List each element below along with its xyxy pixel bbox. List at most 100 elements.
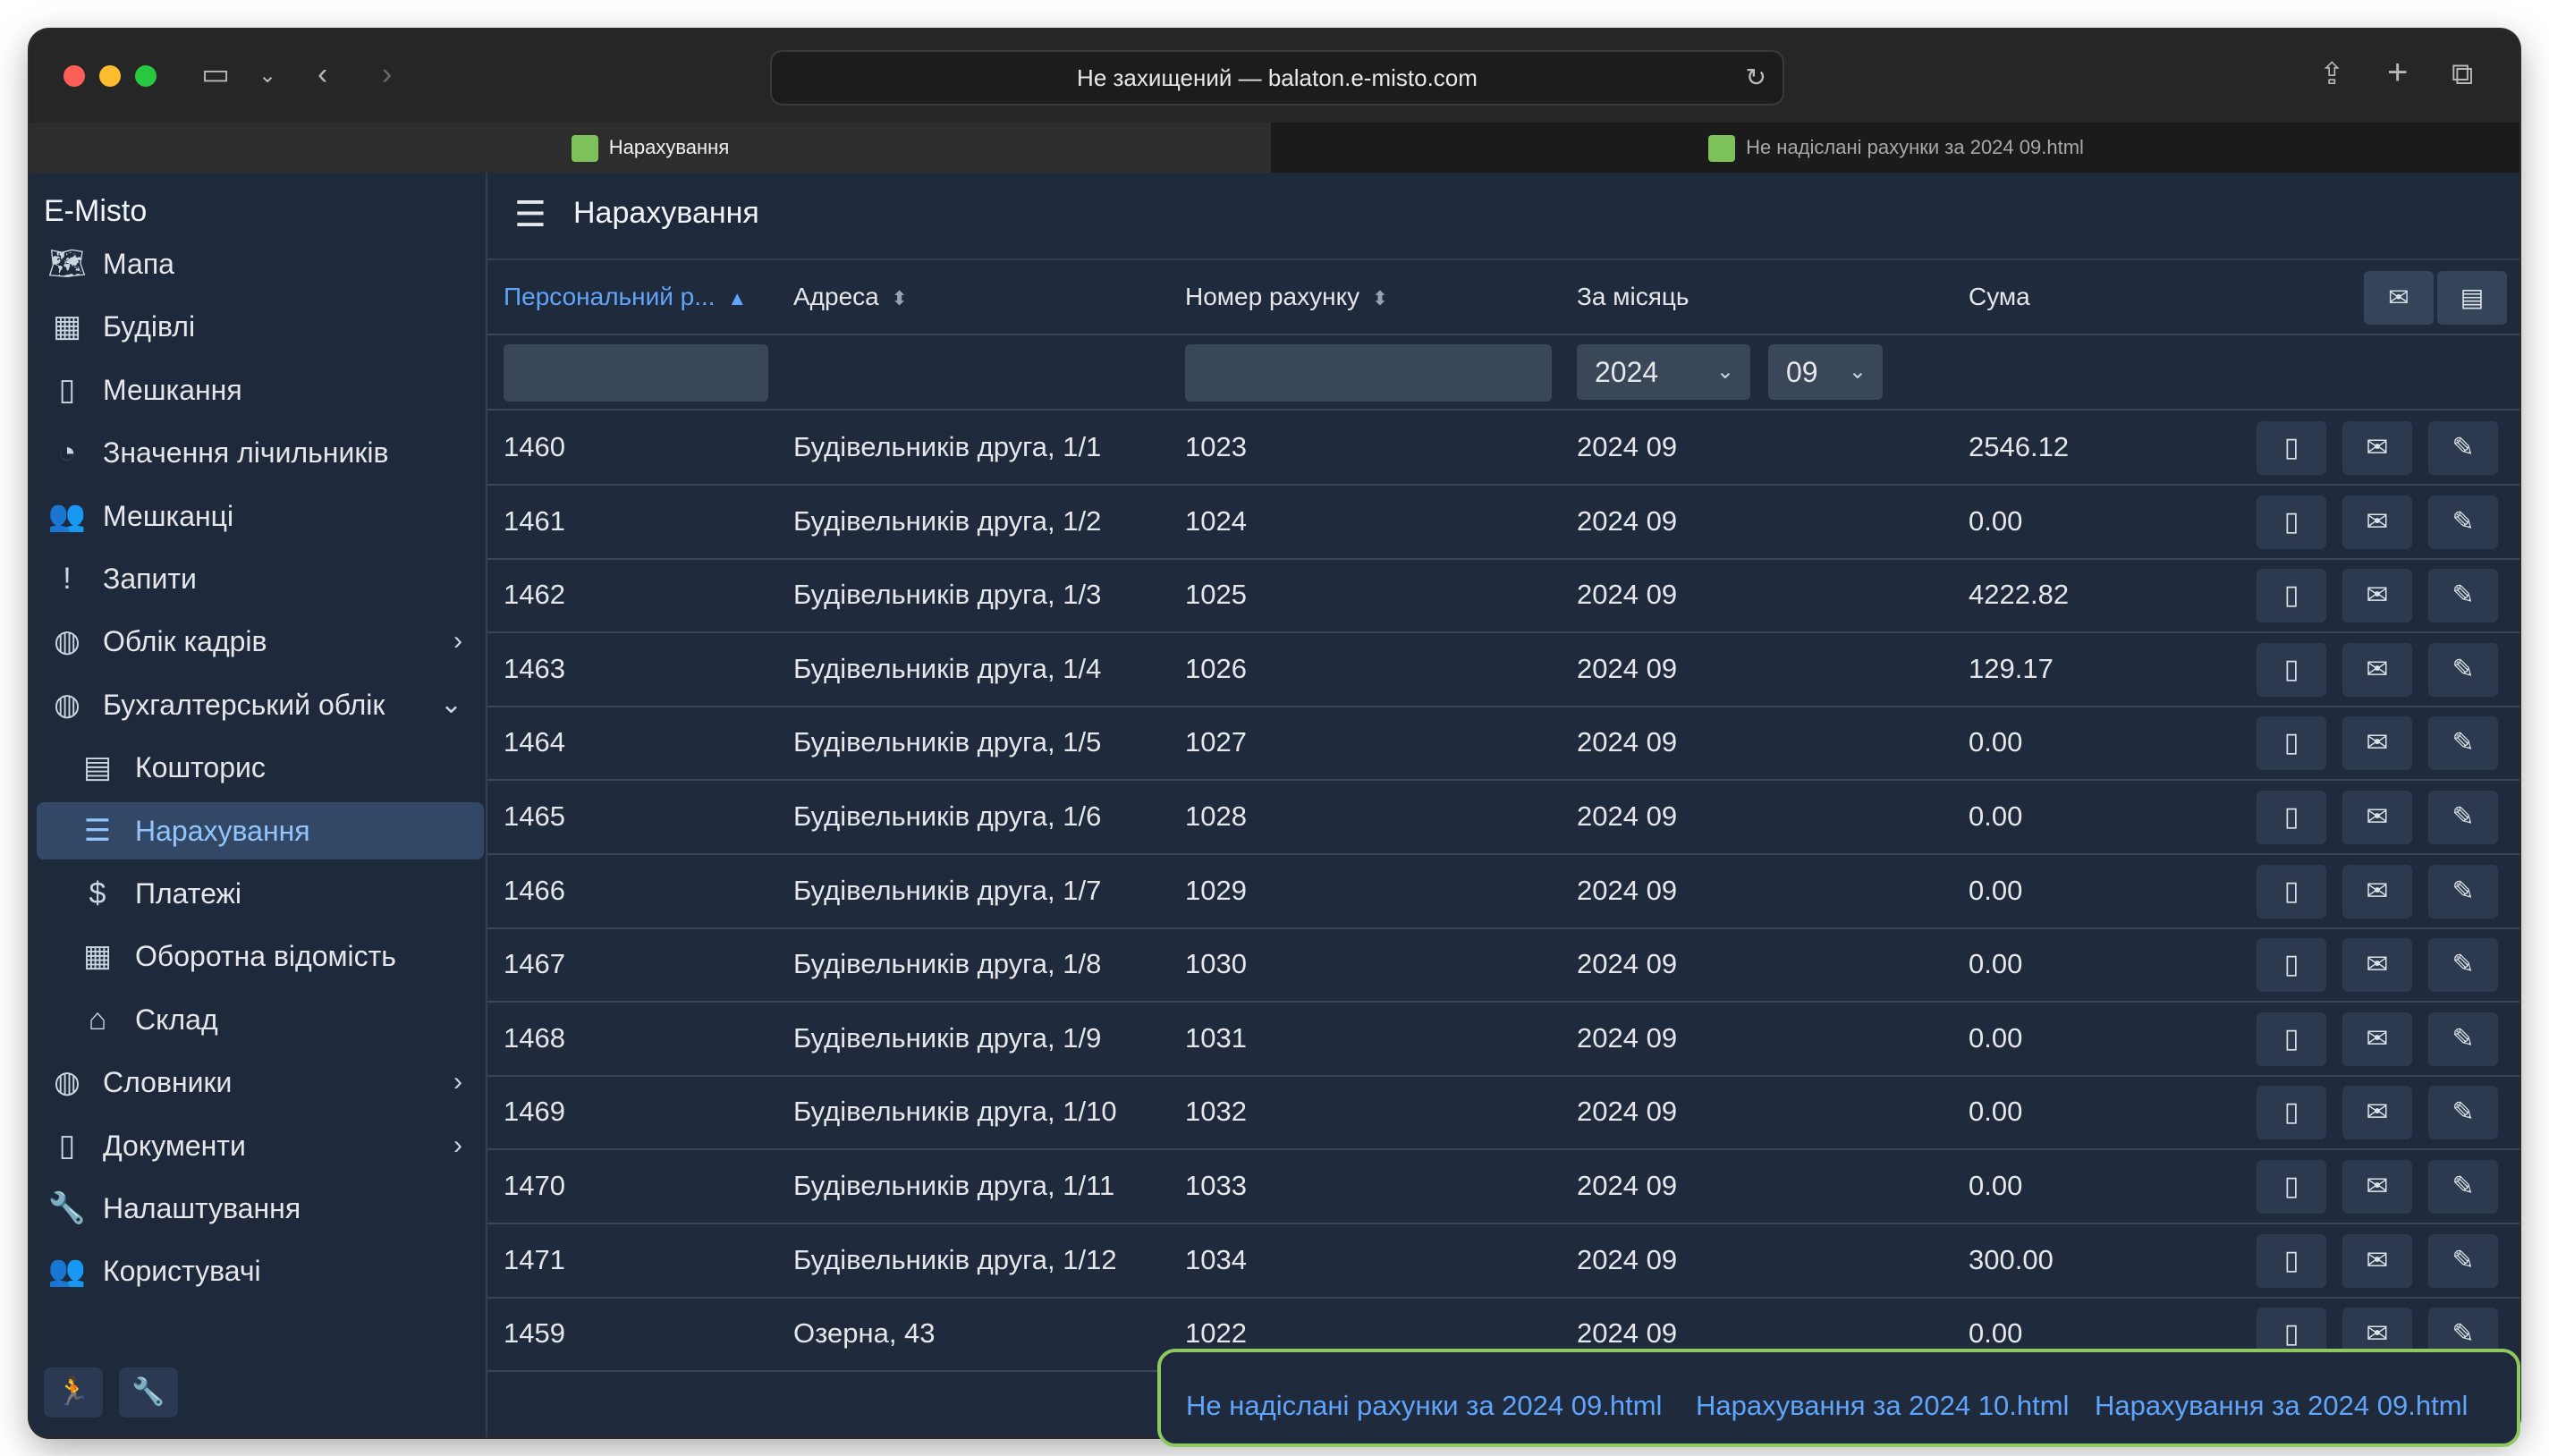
cell-invoice: 1032 bbox=[1185, 1096, 1247, 1128]
document-icon: ▯ bbox=[2283, 433, 2299, 462]
settings-button[interactable]: 🔧 bbox=[119, 1367, 178, 1418]
open-document-button[interactable]: ▯ bbox=[2257, 642, 2326, 697]
cell-month: 2024 09 bbox=[1577, 1243, 1678, 1275]
document-icon: ▯ bbox=[2283, 728, 2299, 758]
send-all-button[interactable]: ✉ bbox=[2364, 271, 2434, 325]
sidebar-item[interactable]: ▯ Мешкання bbox=[37, 361, 484, 419]
column-header-address[interactable]: Адреса ⬍ bbox=[793, 260, 908, 334]
edit-button[interactable]: ✎ bbox=[2428, 642, 2498, 697]
download-link[interactable]: Нарахування за 2024 09.html bbox=[2095, 1390, 2468, 1422]
send-email-button[interactable]: ✉ bbox=[2342, 569, 2412, 623]
run-button[interactable]: 🏃 bbox=[44, 1367, 103, 1418]
sidebar-item[interactable]: ◍ Облік кадрів › bbox=[37, 613, 484, 670]
open-document-button[interactable]: ▯ bbox=[2257, 716, 2326, 771]
sidebar-item-label: Словники bbox=[103, 1066, 233, 1099]
open-document-button[interactable]: ▯ bbox=[2257, 1086, 2326, 1140]
sidebar-item[interactable]: 👥 Мешканці bbox=[37, 487, 484, 545]
sidebar-item[interactable]: ⌂ Склад bbox=[37, 991, 484, 1048]
open-document-button[interactable]: ▯ bbox=[2257, 421, 2326, 475]
download-link[interactable]: Нарахування за 2024 10.html bbox=[1696, 1390, 2069, 1422]
sidebar-item[interactable]: ▦ Будівлі bbox=[37, 298, 484, 355]
plus-icon[interactable]: + bbox=[2387, 55, 2408, 90]
send-email-button[interactable]: ✉ bbox=[2342, 791, 2412, 844]
month-select[interactable]: 09 ⌄ bbox=[1768, 344, 1883, 400]
edit-button[interactable]: ✎ bbox=[2428, 938, 2498, 993]
edit-button[interactable]: ✎ bbox=[2428, 1086, 2498, 1140]
reload-icon[interactable]: ↻ bbox=[1746, 52, 1766, 104]
open-document-button[interactable]: ▯ bbox=[2257, 864, 2326, 918]
cell-sum: 0.00 bbox=[1969, 504, 2023, 537]
edit-button[interactable]: ✎ bbox=[2428, 716, 2498, 771]
sidebar-item[interactable]: ▦ Оборотна відомість bbox=[37, 927, 484, 985]
sidebar-item[interactable]: ! Запити bbox=[37, 550, 484, 607]
close-window-button[interactable] bbox=[64, 65, 85, 87]
column-header-account[interactable]: Персональний р... ▲ bbox=[504, 260, 747, 334]
edit-button[interactable]: ✎ bbox=[2428, 495, 2498, 549]
open-document-button[interactable]: ▯ bbox=[2257, 1160, 2326, 1214]
column-header-sum: Сума bbox=[1969, 260, 2030, 334]
edit-button[interactable]: ✎ bbox=[2428, 421, 2498, 475]
sidebar-item[interactable]: ◔ Значення лічильників bbox=[37, 424, 484, 481]
sidebar-item[interactable]: ◍ Бухгалтерський облік ⌄ bbox=[37, 676, 484, 733]
chevron-right-icon: › bbox=[453, 626, 462, 656]
sidebar-item[interactable]: 🗺 Мапа bbox=[37, 235, 484, 292]
minimize-window-button[interactable] bbox=[99, 65, 121, 87]
edit-button[interactable]: ✎ bbox=[2428, 1233, 2498, 1288]
sidebar-item[interactable]: 👥 Користувачі bbox=[37, 1242, 484, 1299]
invoice-filter-input[interactable] bbox=[1185, 344, 1552, 402]
tab-inactive[interactable]: Не надіслані рахунки за 2024 09.html bbox=[1273, 123, 2519, 173]
send-email-button[interactable]: ✉ bbox=[2342, 495, 2412, 549]
edit-icon: ✎ bbox=[2452, 433, 2475, 462]
sidebar-item[interactable]: $ Платежі bbox=[37, 865, 484, 922]
cell-sum: 0.00 bbox=[1969, 874, 2023, 906]
download-link[interactable]: Не надіслані рахунки за 2024 09.html bbox=[1186, 1390, 1662, 1422]
open-document-button[interactable]: ▯ bbox=[2257, 569, 2326, 623]
edit-button[interactable]: ✎ bbox=[2428, 791, 2498, 844]
gauge-icon: ◔ bbox=[57, 436, 77, 470]
send-email-button[interactable]: ✉ bbox=[2342, 1086, 2412, 1140]
envelope-icon: ✉ bbox=[2366, 580, 2389, 611]
open-document-button[interactable]: ▯ bbox=[2257, 1012, 2326, 1066]
sidebar-toggle-icon[interactable]: ▭ bbox=[201, 56, 230, 92]
sidebar-item-label: Бухгалтерський облік bbox=[103, 688, 385, 721]
sidebar-item[interactable]: ◍ Словники › bbox=[37, 1054, 484, 1111]
edit-button[interactable]: ✎ bbox=[2428, 1160, 2498, 1214]
zoom-window-button[interactable] bbox=[135, 65, 157, 87]
open-document-button[interactable]: ▯ bbox=[2257, 495, 2326, 549]
edit-button[interactable]: ✎ bbox=[2428, 864, 2498, 918]
open-document-button[interactable]: ▯ bbox=[2257, 1233, 2326, 1288]
send-email-button[interactable]: ✉ bbox=[2342, 421, 2412, 475]
tabs-overview-icon[interactable]: ⧉ bbox=[2452, 56, 2473, 92]
column-header-invoice[interactable]: Номер рахунку ⬍ bbox=[1185, 260, 1388, 334]
open-document-button[interactable]: ▯ bbox=[2257, 938, 2326, 993]
share-icon[interactable]: ⇪ bbox=[2319, 56, 2345, 92]
year-select[interactable]: 2024 ⌄ bbox=[1577, 344, 1750, 400]
chevron-left-icon[interactable]: ‹ bbox=[318, 56, 327, 92]
send-email-button[interactable]: ✉ bbox=[2342, 1233, 2412, 1288]
sidebar-item[interactable]: ▯ Документи › bbox=[37, 1117, 484, 1174]
envelope-icon: ✉ bbox=[2366, 433, 2389, 462]
chevron-down-icon[interactable]: ⌄ bbox=[258, 58, 276, 94]
chevron-right-icon[interactable]: › bbox=[382, 56, 392, 92]
send-email-button[interactable]: ✉ bbox=[2342, 1012, 2412, 1066]
sidebar-item[interactable]: 🔧 Налаштування bbox=[37, 1180, 484, 1237]
edit-button[interactable]: ✎ bbox=[2428, 569, 2498, 623]
sidebar-item[interactable]: ▤ Кошторис bbox=[37, 739, 484, 796]
invoice-icon: ☰ bbox=[83, 813, 112, 848]
send-email-button[interactable]: ✉ bbox=[2342, 642, 2412, 697]
send-email-button[interactable]: ✉ bbox=[2342, 716, 2412, 771]
sort-icon: ⬍ bbox=[1371, 287, 1389, 309]
open-document-button[interactable]: ▯ bbox=[2257, 791, 2326, 844]
sidebar-item-label: Мешкання bbox=[103, 373, 242, 406]
tab-active[interactable]: Нарахування bbox=[30, 123, 1271, 173]
menu-icon[interactable]: ☰ bbox=[514, 194, 546, 235]
sidebar: E-Misto 🗺 Мапа ▦ Будівлі ▯ Мешкання ◔ Значення … bbox=[30, 173, 487, 1437]
send-email-button[interactable]: ✉ bbox=[2342, 1160, 2412, 1214]
address-bar[interactable]: Не захищений — balaton.e-misto.com ↻ bbox=[770, 50, 1784, 106]
invoice-report-button[interactable]: ▤ bbox=[2437, 271, 2507, 325]
send-email-button[interactable]: ✉ bbox=[2342, 864, 2412, 918]
send-email-button[interactable]: ✉ bbox=[2342, 938, 2412, 993]
edit-button[interactable]: ✎ bbox=[2428, 1012, 2498, 1066]
sidebar-item[interactable]: ☰ Нарахування bbox=[37, 801, 484, 859]
account-filter-input[interactable] bbox=[504, 344, 768, 402]
